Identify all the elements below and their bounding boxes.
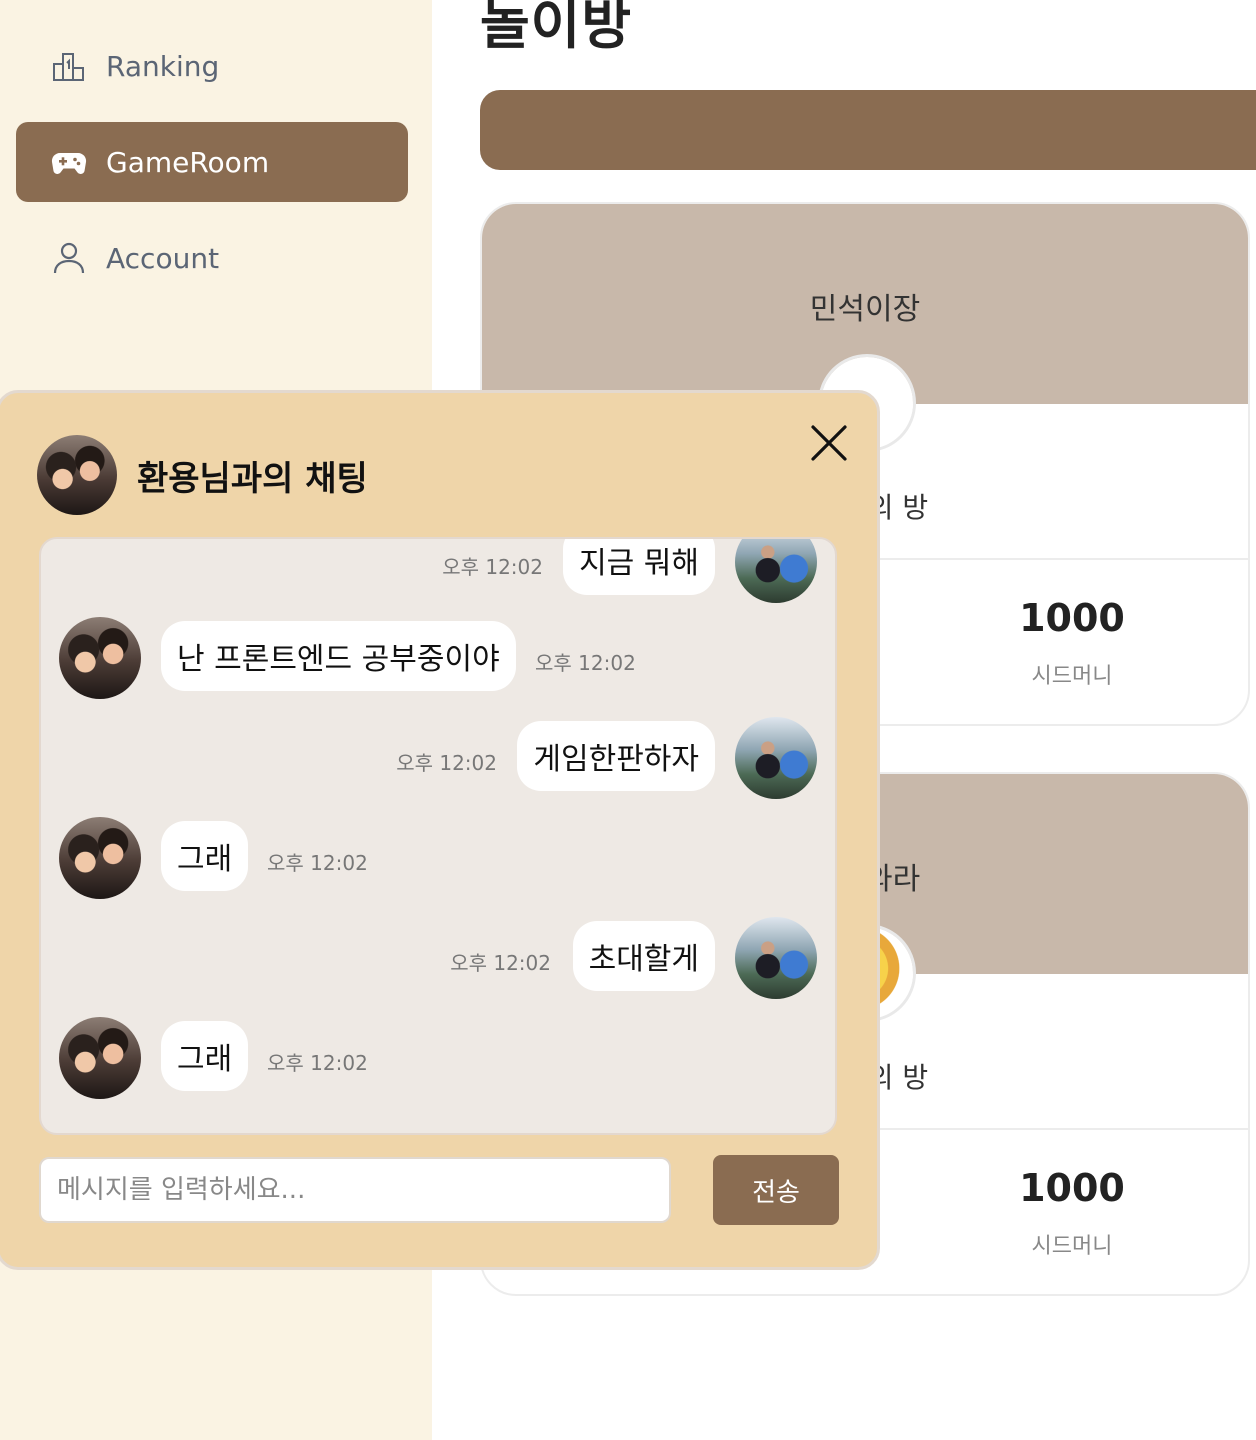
message-bubble: 초대할게 [572,921,715,991]
message-bubble: 난 프론트엔드 공부중이야 [161,621,516,691]
message-row: 오후 12:02 초대할게 [41,913,835,1003]
sidebar-item-ranking[interactable]: Ranking [16,26,408,106]
message-row: 오후 12:02 게임한판하자 [41,713,835,803]
message-row: 그래 오후 12:02 [41,813,835,903]
user-icon [50,239,88,277]
message-time: 오후 12:02 [450,951,551,975]
message-row: 난 프론트엔드 공부중이야 오후 12:02 [41,613,835,703]
room-name: 민석이장 [809,292,921,327]
message-time: 오후 12:02 [442,555,543,579]
chat-partner-avatar [37,435,117,515]
message-row: 오후 12:02 지금 뭐해 [41,539,835,607]
message-time: 오후 12:02 [267,1051,368,1075]
send-button[interactable]: 전송 [713,1155,839,1225]
gamepad-icon [50,143,88,181]
close-button[interactable] [807,421,851,465]
my-avatar [735,539,817,603]
message-time: 오후 12:02 [396,751,497,775]
message-bubble: 게임한판하자 [517,721,715,791]
seed-money-value: 1000 [1019,596,1125,640]
message-time: 오후 12:02 [535,651,636,675]
seed-money-label: 시드머니 [1031,1234,1113,1259]
page-title: 놀이방 [480,0,633,56]
message-row: 그래 오후 12:02 [41,1013,835,1103]
seed-money-label: 시드머니 [1031,664,1113,689]
chat-modal: 환용님과의 채팅 오후 12:02 지금 뭐해 난 프론트엔드 공부중이야 오후… [0,390,880,1270]
partner-avatar [59,617,141,699]
sidebar-item-account[interactable]: Account [16,218,408,298]
page: Ranking GameRoom Account 놀이방 민석이장 님의 방 1… [0,0,1256,1440]
close-icon [811,425,847,461]
partner-avatar [59,1017,141,1099]
message-bubble: 그래 [161,1021,249,1091]
message-time: 오후 12:02 [267,851,368,875]
sidebar-item-label: Account [106,241,220,275]
sidebar-item-gameroom[interactable]: GameRoom [16,122,408,202]
my-avatar [735,917,817,999]
my-avatar [735,717,817,799]
banner [480,90,1256,170]
message-input[interactable] [39,1157,671,1223]
message-bubble: 그래 [161,821,249,891]
seed-money-value: 1000 [1019,1166,1125,1210]
ranking-icon [50,47,88,85]
chat-title: 환용님과의 채팅 [137,459,368,499]
partner-avatar [59,817,141,899]
chat-messages[interactable]: 오후 12:02 지금 뭐해 난 프론트엔드 공부중이야 오후 12:02 오후… [39,537,837,1135]
sidebar-item-label: GameRoom [106,145,270,179]
sidebar-item-label: Ranking [106,49,220,83]
message-bubble: 지금 뭐해 [563,539,715,595]
